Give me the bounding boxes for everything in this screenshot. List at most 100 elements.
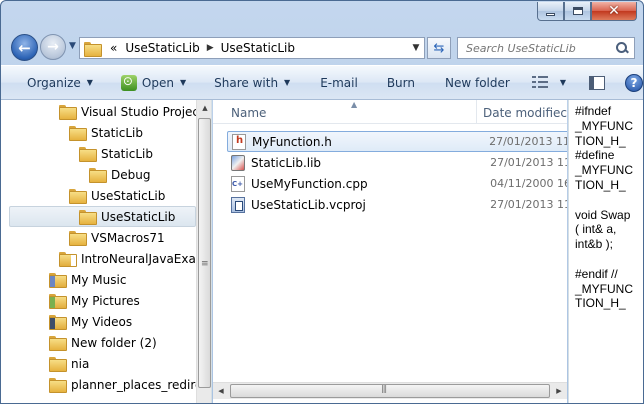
preview-line: _MYFUNC (575, 163, 634, 178)
email-button[interactable]: E-mail (320, 66, 358, 99)
folder-icon (79, 210, 97, 225)
tree-item-debug[interactable]: Debug (89, 164, 150, 185)
breadcrumb-separator-icon[interactable]: ▶ (204, 43, 217, 53)
chevron-down-icon: ▼ (86, 78, 93, 87)
chevron-down-icon: ▼ (284, 78, 291, 87)
search-box[interactable] (457, 37, 635, 59)
file-row-myfunction-h[interactable]: MyFunction.h 27/01/2013 11 (227, 131, 567, 152)
scroll-up-arrow-icon[interactable]: ▲ (197, 100, 211, 117)
file-row-staticlib-lib[interactable]: StaticLib.lib 27/01/2013 11 (227, 152, 567, 173)
file-date: 27/01/2013 11 (490, 198, 567, 211)
preview-pane-button[interactable] (588, 66, 605, 99)
column-header-date-modified[interactable]: Date modifiec (477, 100, 567, 123)
preview-line (575, 252, 643, 267)
tree-item-usestaticlib[interactable]: UseStaticLib (69, 185, 165, 206)
preview-line: #define (575, 148, 615, 163)
file-date: 04/11/2000 16 (490, 177, 567, 190)
search-input[interactable] (466, 41, 616, 55)
forward-button[interactable]: → (40, 34, 66, 60)
file-name: UseMyFunction.cpp (251, 176, 368, 191)
navigation-pane: Visual Studio Projects StaticLib StaticL… (1, 100, 212, 403)
details-view-icon (531, 75, 548, 90)
share-with-button[interactable]: Share with ▼ (214, 66, 290, 99)
recent-pages-dropdown[interactable]: ▼ (69, 41, 76, 51)
tree-item-label: UseStaticLib (101, 209, 176, 224)
pictures-folder-icon (49, 294, 67, 309)
column-header-name[interactable]: ▲ Name (213, 100, 477, 123)
file-row-usemyfunction-cpp[interactable]: UseMyFunction.cpp 04/11/2000 16 (227, 173, 567, 194)
file-name: MyFunction.h (252, 134, 332, 149)
cpp-file-icon (231, 175, 245, 192)
email-label: E-mail (320, 75, 358, 90)
column-date-label: Date modifiec (482, 106, 567, 120)
sort-ascending-icon: ▲ (351, 100, 358, 109)
folder-icon (69, 126, 87, 141)
tree-item-my-pictures[interactable]: My Pictures (49, 290, 140, 311)
scrollbar-thumb[interactable] (198, 118, 211, 388)
preview-line: #ifndef (575, 104, 612, 118)
scrollbar-thumb[interactable] (230, 384, 550, 398)
scroll-right-arrow-icon[interactable]: ▶ (551, 383, 567, 400)
change-view-button[interactable]: ▼ (531, 66, 566, 99)
maximize-button[interactable] (564, 2, 591, 21)
folder-icon (69, 231, 87, 246)
tree-item-my-videos[interactable]: My Videos (49, 311, 132, 332)
tree-item-nia[interactable]: nia (49, 353, 89, 374)
close-button[interactable]: ✕ (591, 2, 637, 21)
folder-icon (49, 336, 67, 351)
breadcrumb-usestaticlib-parent[interactable]: UseStaticLib (121, 41, 203, 55)
tree-item-staticlib-sub[interactable]: StaticLib (79, 143, 153, 164)
chevron-down-icon: ▼ (559, 78, 566, 87)
chevron-down-icon: ▼ (179, 78, 187, 87)
scroll-left-arrow-icon[interactable]: ◀ (213, 383, 229, 400)
tree-item-introneuraljavaexamp[interactable]: IntroNeuralJavaExamp (59, 248, 212, 269)
tree-item-visual-studio-projects[interactable]: Visual Studio Projects (59, 101, 210, 122)
navigation-scrollbar[interactable]: ▲ (196, 100, 211, 403)
tree-item-planner-places-redirect[interactable]: planner_places_redirect. (49, 374, 211, 395)
tree-item-vsmacros71[interactable]: VSMacros71 (69, 227, 165, 248)
tree-item-my-music[interactable]: My Music (49, 269, 126, 290)
folder-icon (59, 105, 77, 120)
minimize-button[interactable] (537, 2, 564, 21)
tree-item-label: StaticLib (101, 146, 153, 161)
refresh-button[interactable]: ⇆ (427, 37, 451, 59)
address-bar[interactable]: « UseStaticLib ▶ UseStaticLib ▼ (79, 37, 425, 59)
tree-item-label: Visual Studio Projects (81, 104, 210, 119)
tree-item-usestaticlib-selected[interactable]: UseStaticLib (9, 206, 196, 227)
column-name-label: Name (231, 106, 267, 120)
refresh-icon: ⇆ (433, 40, 445, 56)
search-icon[interactable] (616, 42, 628, 54)
address-overflow-chevron[interactable]: « (106, 41, 121, 55)
header-file-icon (232, 133, 246, 150)
share-with-label: Share with (214, 75, 279, 90)
file-list-horizontal-scrollbar[interactable]: ◀ ▶ (213, 382, 567, 399)
tree-item-staticlib[interactable]: StaticLib (69, 122, 143, 143)
tree-item-label: StaticLib (91, 125, 143, 140)
tree-item-label: IntroNeuralJavaExamp (81, 251, 212, 266)
address-dropdown-icon[interactable]: ▼ (408, 43, 424, 53)
folder-icon (49, 357, 67, 372)
address-folder-icon (84, 41, 102, 57)
help-button[interactable]: ? (624, 66, 643, 99)
explorer-window: ✕ ← → ▼ « UseStaticLib ▶ UseStaticLib ▼ … (0, 0, 644, 404)
organize-label: Organize (27, 75, 81, 90)
preview-line: ( int& a, (575, 222, 617, 237)
preview-line: TION_H_ (575, 133, 626, 148)
file-row-usestaticlib-vcproj[interactable]: UseStaticLib.vcproj 27/01/2013 11 (227, 194, 567, 215)
tree-item-label: My Pictures (71, 293, 140, 308)
preview-line: void Swap (575, 207, 631, 222)
burn-button[interactable]: Burn (387, 66, 415, 99)
folder-icon (89, 168, 107, 183)
breadcrumb-usestaticlib-current[interactable]: UseStaticLib (217, 41, 299, 55)
open-button[interactable]: Open ▼ (120, 66, 187, 99)
new-folder-label: New folder (445, 75, 510, 90)
library-file-icon (231, 154, 245, 171)
tree-item-label: VSMacros71 (91, 230, 165, 245)
new-folder-button[interactable]: New folder (445, 66, 510, 99)
burn-label: Burn (386, 75, 415, 90)
organize-button[interactable]: Organize ▼ (27, 66, 93, 99)
tree-item-new-folder-2[interactable]: New folder (2) (49, 332, 157, 353)
file-date: 27/01/2013 11 (490, 156, 567, 169)
tree-item-label: Debug (111, 167, 151, 182)
back-button[interactable]: ← (11, 34, 38, 61)
